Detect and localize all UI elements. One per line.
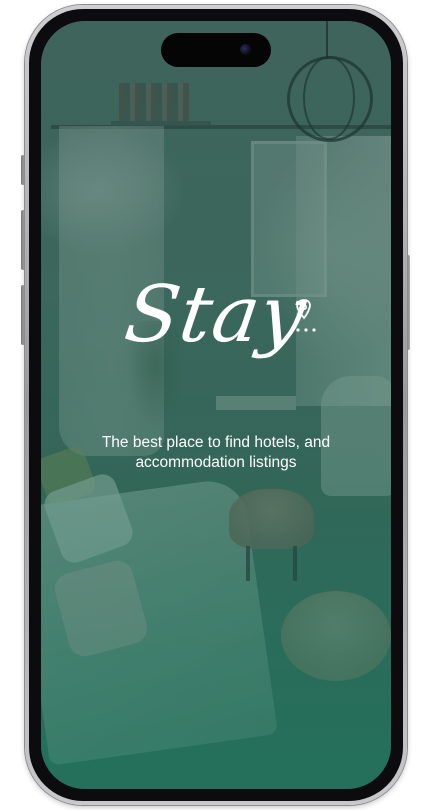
tagline-line-2: accommodation listings (135, 454, 297, 471)
app-logo: Stay (41, 270, 391, 360)
green-overlay (41, 21, 391, 789)
splash-mockup: Stay The best place to find hotels, and … (0, 0, 427, 810)
phone-frame: Stay The best place to find hotels, and … (25, 5, 407, 805)
splash-screen[interactable]: Stay The best place to find hotels, and … (41, 21, 391, 789)
tagline: The best place to find hotels, and accom… (41, 433, 391, 473)
tagline-line-1: The best place to find hotels, and (101, 434, 331, 451)
front-camera-icon (240, 44, 251, 55)
location-pin-icon (296, 299, 316, 332)
dynamic-island (161, 33, 271, 67)
logo-text: Stay (119, 270, 312, 360)
